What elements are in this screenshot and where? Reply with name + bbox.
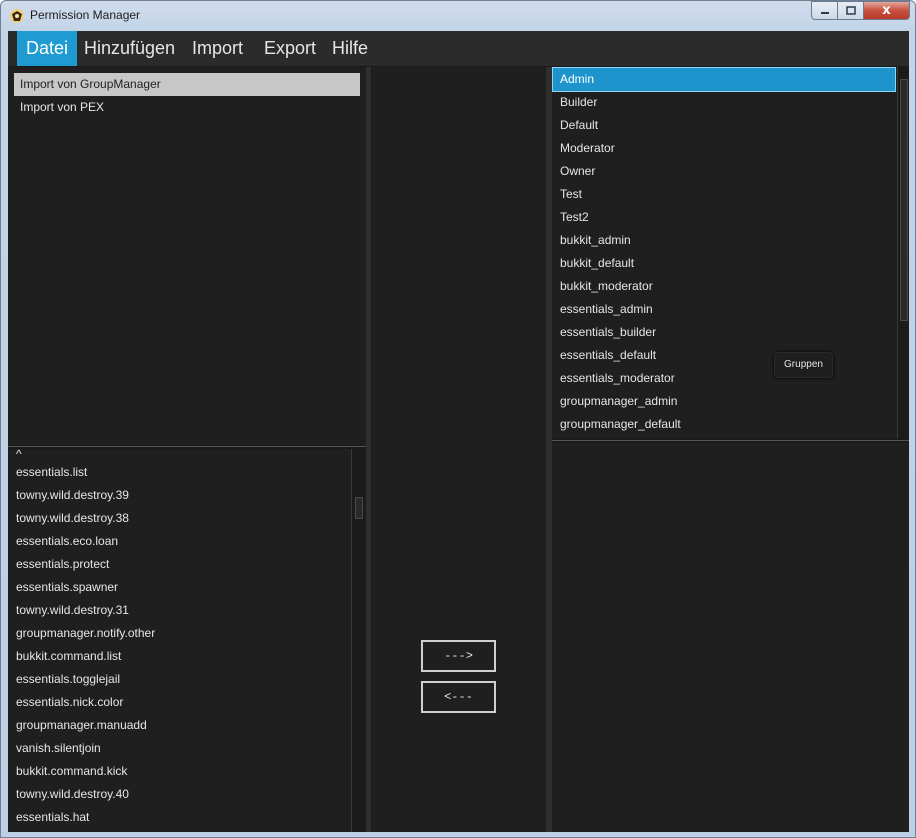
splitter-right[interactable] (552, 440, 909, 441)
permission-list-item[interactable]: essentials.nick.color (16, 691, 123, 714)
group-list-item[interactable]: Test2 (553, 206, 893, 229)
permission-list-item[interactable]: vanish.silentjoin (16, 737, 101, 760)
group-list-item[interactable]: essentials_admin (553, 298, 893, 321)
groups-tooltip: Gruppen (774, 352, 833, 378)
permission-list-item[interactable]: essentials.spawner (16, 576, 118, 599)
close-icon: x (882, 3, 891, 18)
group-list-item[interactable]: Admin (552, 67, 896, 92)
menu-datei[interactable]: Datei (17, 31, 78, 66)
minimize-button[interactable] (811, 1, 838, 20)
minimize-icon (820, 11, 829, 14)
group-list-item[interactable]: Owner (553, 160, 893, 183)
group-list-item[interactable]: groupmanager_admin (553, 390, 893, 413)
permission-list-item[interactable]: groupmanager.notify.other (16, 622, 155, 645)
group-permissions-panel (552, 443, 909, 832)
maximize-icon (845, 6, 856, 15)
group-list-item[interactable]: Moderator (553, 137, 893, 160)
permission-list-item[interactable]: groupmanager.manuadd (16, 714, 147, 737)
permission-list-item[interactable]: essentials.eco.loan (16, 530, 118, 553)
group-list-item[interactable]: Test (553, 183, 893, 206)
close-button[interactable]: x (864, 1, 910, 20)
splitter-left-vertical[interactable] (366, 67, 371, 832)
add-permission-button[interactable]: ---> (421, 640, 496, 672)
client-area: Datei Hinzufügen Import Export Hilfe Imp… (8, 31, 909, 832)
menu-import[interactable]: Import (183, 31, 252, 66)
permission-list-item[interactable]: essentials.protect (16, 553, 109, 576)
group-list-item[interactable]: bukkit_moderator (553, 275, 893, 298)
maximize-button[interactable] (838, 1, 864, 20)
permission-list-item[interactable]: essentials.hat (16, 806, 89, 829)
group-list-item[interactable]: essentials_default (553, 344, 893, 367)
title-bar[interactable]: Permission Manager x (1, 1, 915, 31)
permission-list-item[interactable]: towny.wild.destroy.39 (16, 484, 129, 507)
scrollbar-thumb[interactable] (355, 497, 363, 519)
group-scrollbar[interactable] (897, 67, 909, 439)
permission-list-item[interactable]: essentials.togglejail (16, 668, 120, 691)
permission-list-item[interactable]: bukkit.command.list (16, 645, 121, 668)
group-list-item[interactable]: bukkit_default (553, 252, 893, 275)
menu-item-import-pex[interactable]: Import von PEX (14, 96, 360, 119)
app-window: Permission Manager x Datei Hinzufügen Im… (0, 0, 916, 838)
group-scrollbar-thumb[interactable] (900, 79, 908, 321)
import-menu-panel: Import von GroupManager Import von PEX (8, 67, 366, 445)
app-logo-icon (10, 9, 24, 23)
group-list: Admin Builder Default Moderator Owner Test Tes… (552, 67, 909, 439)
transfer-panel (372, 67, 546, 832)
menu-bar: Datei Hinzufügen Import Export Hilfe (8, 31, 909, 66)
window-title: Permission Manager (30, 8, 141, 22)
group-list-item[interactable]: essentials_builder (553, 321, 893, 344)
group-list-item[interactable]: Default (553, 114, 893, 137)
permission-scrollbar[interactable] (351, 449, 366, 832)
group-list-item[interactable]: groupmanager_default (553, 413, 893, 436)
group-list-item[interactable]: bukkit_admin (553, 229, 893, 252)
permission-list-item[interactable]: towny.wild.destroy.31 (16, 599, 129, 622)
group-list-item[interactable]: Builder (553, 91, 893, 114)
permission-list: ^ essentials.list towny.wild.destroy.39 to… (8, 449, 366, 832)
permission-list-item[interactable]: essentials.list (16, 461, 87, 484)
group-list-item[interactable]: essentials_moderator (553, 367, 893, 390)
remove-permission-button[interactable]: <--- (421, 681, 496, 713)
permission-list-item[interactable]: towny.wild.destroy.40 (16, 783, 129, 806)
menu-export[interactable]: Export (255, 31, 325, 66)
menu-hinzufuegen[interactable]: Hinzufügen (75, 31, 184, 66)
permission-list-item[interactable]: bukkit.command.kick (16, 760, 127, 783)
permission-list-item[interactable]: towny.wild.destroy.38 (16, 507, 129, 530)
splitter-left[interactable] (8, 446, 366, 447)
menu-item-import-groupmanager[interactable]: Import von GroupManager (14, 73, 360, 96)
menu-hilfe[interactable]: Hilfe (323, 31, 377, 66)
